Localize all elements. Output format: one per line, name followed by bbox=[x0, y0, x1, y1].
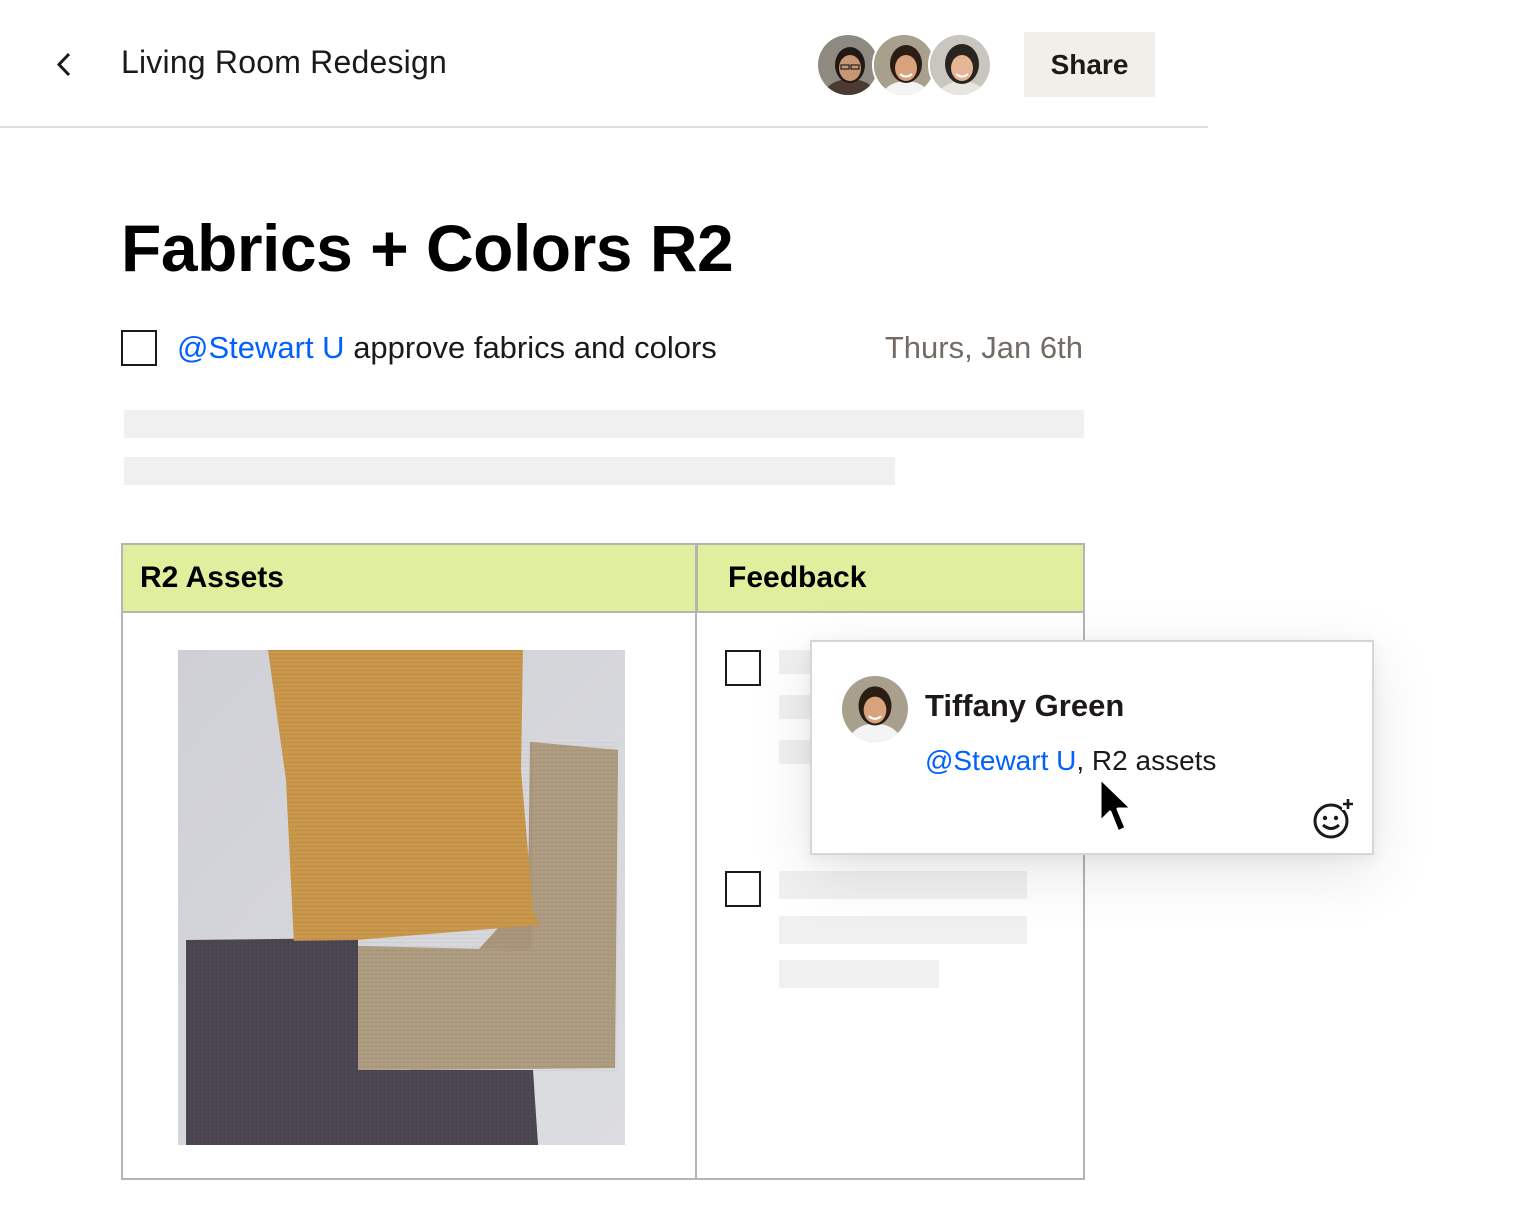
mention-link[interactable]: @Stewart U bbox=[925, 745, 1076, 776]
avatar[interactable] bbox=[872, 33, 936, 97]
task-label: approve fabrics and colors bbox=[344, 330, 717, 365]
avatar[interactable] bbox=[928, 33, 992, 97]
task-text[interactable]: @Stewart U approve fabrics and colors bbox=[177, 328, 717, 368]
avatar[interactable] bbox=[816, 33, 880, 97]
task-checkbox[interactable] bbox=[121, 330, 157, 366]
column-divider bbox=[695, 545, 697, 1178]
top-bar: Living Room Redesign Share bbox=[0, 0, 1208, 128]
add-reaction-button[interactable] bbox=[1310, 796, 1356, 842]
chevron-left-icon bbox=[56, 52, 71, 77]
back-button[interactable] bbox=[44, 44, 84, 84]
feedback-checkbox[interactable] bbox=[725, 650, 761, 686]
placeholder-line bbox=[779, 916, 1027, 944]
mention-link[interactable]: @Stewart U bbox=[177, 330, 345, 365]
add-emoji-icon bbox=[1313, 798, 1354, 839]
table-header-assets[interactable]: R2 Assets bbox=[123, 545, 696, 613]
fabric-swatches-image[interactable] bbox=[178, 650, 625, 1145]
comment-text: @Stewart U, R2 assets bbox=[925, 742, 1216, 780]
document-title[interactable]: Living Room Redesign bbox=[121, 42, 447, 82]
mouse-cursor-icon bbox=[1098, 776, 1134, 834]
comment-card[interactable]: Tiffany Green @Stewart U, R2 assets bbox=[810, 640, 1374, 855]
page-title[interactable]: Fabrics + Colors R2 bbox=[121, 208, 734, 288]
comment-message: , R2 assets bbox=[1076, 745, 1217, 776]
avatar[interactable] bbox=[842, 676, 908, 742]
task-item: @Stewart U approve fabrics and colors Th… bbox=[121, 328, 1086, 368]
comment-author[interactable]: Tiffany Green bbox=[925, 686, 1124, 726]
collaborator-avatars[interactable] bbox=[816, 33, 996, 97]
feedback-checkbox[interactable] bbox=[725, 871, 761, 907]
placeholder-line bbox=[779, 871, 1027, 899]
share-button[interactable]: Share bbox=[1024, 32, 1155, 97]
task-due-date[interactable]: Thurs, Jan 6th bbox=[885, 328, 1083, 368]
placeholder-line bbox=[124, 410, 1084, 438]
assets-table: R2 Assets Feedback bbox=[121, 543, 1085, 1180]
placeholder-line bbox=[124, 457, 895, 485]
placeholder-line bbox=[779, 960, 939, 988]
table-header-feedback[interactable]: Feedback bbox=[696, 545, 1083, 613]
